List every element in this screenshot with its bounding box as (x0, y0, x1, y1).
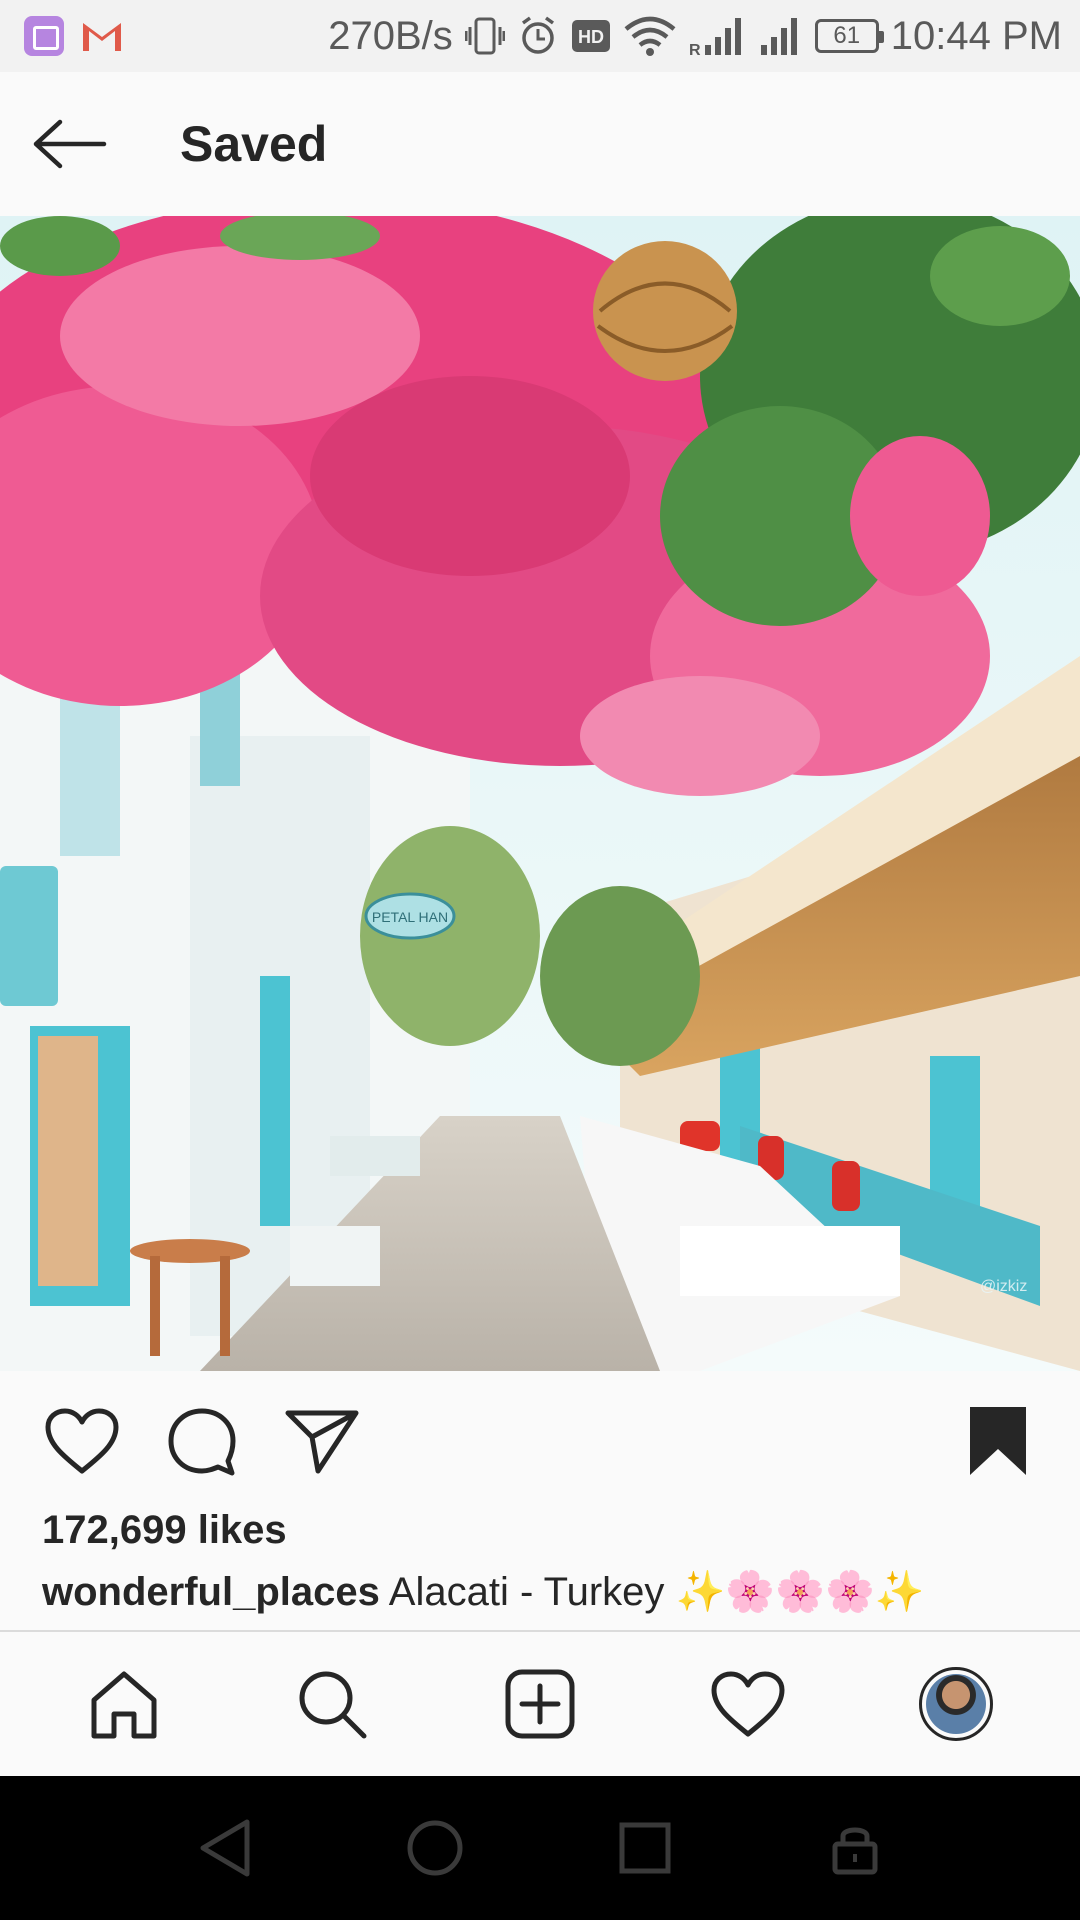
comment-button[interactable] (160, 1399, 244, 1483)
network-speed: 270B/s (328, 13, 453, 58)
svg-text:R: R (689, 42, 701, 57)
bottom-nav (0, 1630, 1080, 1776)
page-title: Saved (180, 116, 328, 172)
vibrate-icon (464, 17, 505, 55)
battery-level: 61 (833, 22, 861, 49)
send-icon (285, 1410, 359, 1474)
activity-heart-icon (711, 1671, 785, 1737)
hd-icon: HD (571, 20, 610, 52)
nav-search[interactable] (282, 1654, 382, 1754)
home-circle-icon (407, 1820, 463, 1876)
street-photo-illustration: PETAL HAN @izkiz (0, 216, 1080, 1371)
nav-home[interactable] (74, 1654, 174, 1754)
recents-square-icon (619, 1822, 671, 1874)
gmail-icon (83, 23, 121, 51)
wifi-icon (624, 16, 676, 56)
signal-icon (760, 18, 797, 55)
photo-sign-text: PETAL HAN (372, 909, 448, 925)
back-triangle-icon (200, 1819, 250, 1877)
bookmark-filled-icon (970, 1407, 1026, 1475)
signal-roaming-icon: R (689, 18, 741, 57)
caption-text: Alacati - Turkey (388, 1570, 665, 1614)
svg-text:HD: HD (578, 27, 604, 47)
lock-icon (832, 1827, 878, 1875)
post-photo[interactable]: PETAL HAN @izkiz (0, 216, 1080, 1371)
post-caption: wonderful_places Alacati - Turkey ✨🌸🌸🌸✨ (42, 1568, 1042, 1615)
photo-watermark: @izkiz (980, 1278, 1027, 1295)
system-home-button[interactable] (385, 1798, 485, 1898)
system-lock-button[interactable] (805, 1798, 905, 1898)
nav-activity[interactable] (698, 1654, 798, 1754)
system-recents-button[interactable] (595, 1798, 695, 1898)
nav-new-post[interactable] (490, 1654, 590, 1754)
likes-count[interactable]: 172,699 likes (42, 1508, 287, 1553)
home-icon (91, 1671, 157, 1739)
caption-emoji: ✨🌸🌸🌸✨ (675, 1570, 925, 1614)
heart-icon (45, 1408, 119, 1474)
caption-username[interactable]: wonderful_places (42, 1570, 380, 1614)
share-button[interactable] (280, 1399, 364, 1483)
gallery-app-icon (24, 16, 64, 56)
post-actions (0, 1371, 1080, 1511)
comment-icon (168, 1408, 236, 1476)
top-bar: Saved (0, 72, 1080, 216)
profile-avatar (919, 1667, 993, 1741)
status-bar: 270B/s HD R 61 10:44 PM (0, 0, 1080, 72)
save-button[interactable] (956, 1399, 1040, 1483)
clock: 10:44 PM (890, 13, 1062, 58)
avatar-image (926, 1674, 986, 1734)
alarm-icon (521, 16, 554, 54)
like-button[interactable] (40, 1399, 124, 1483)
nav-profile[interactable] (906, 1654, 1006, 1754)
search-icon (299, 1671, 367, 1739)
arrow-left-icon (33, 119, 107, 169)
battery-icon: 61 (814, 19, 884, 53)
back-button[interactable] (20, 94, 120, 194)
system-back-button[interactable] (175, 1798, 275, 1898)
system-nav-bar (0, 1776, 1080, 1920)
new-post-icon (505, 1669, 575, 1739)
